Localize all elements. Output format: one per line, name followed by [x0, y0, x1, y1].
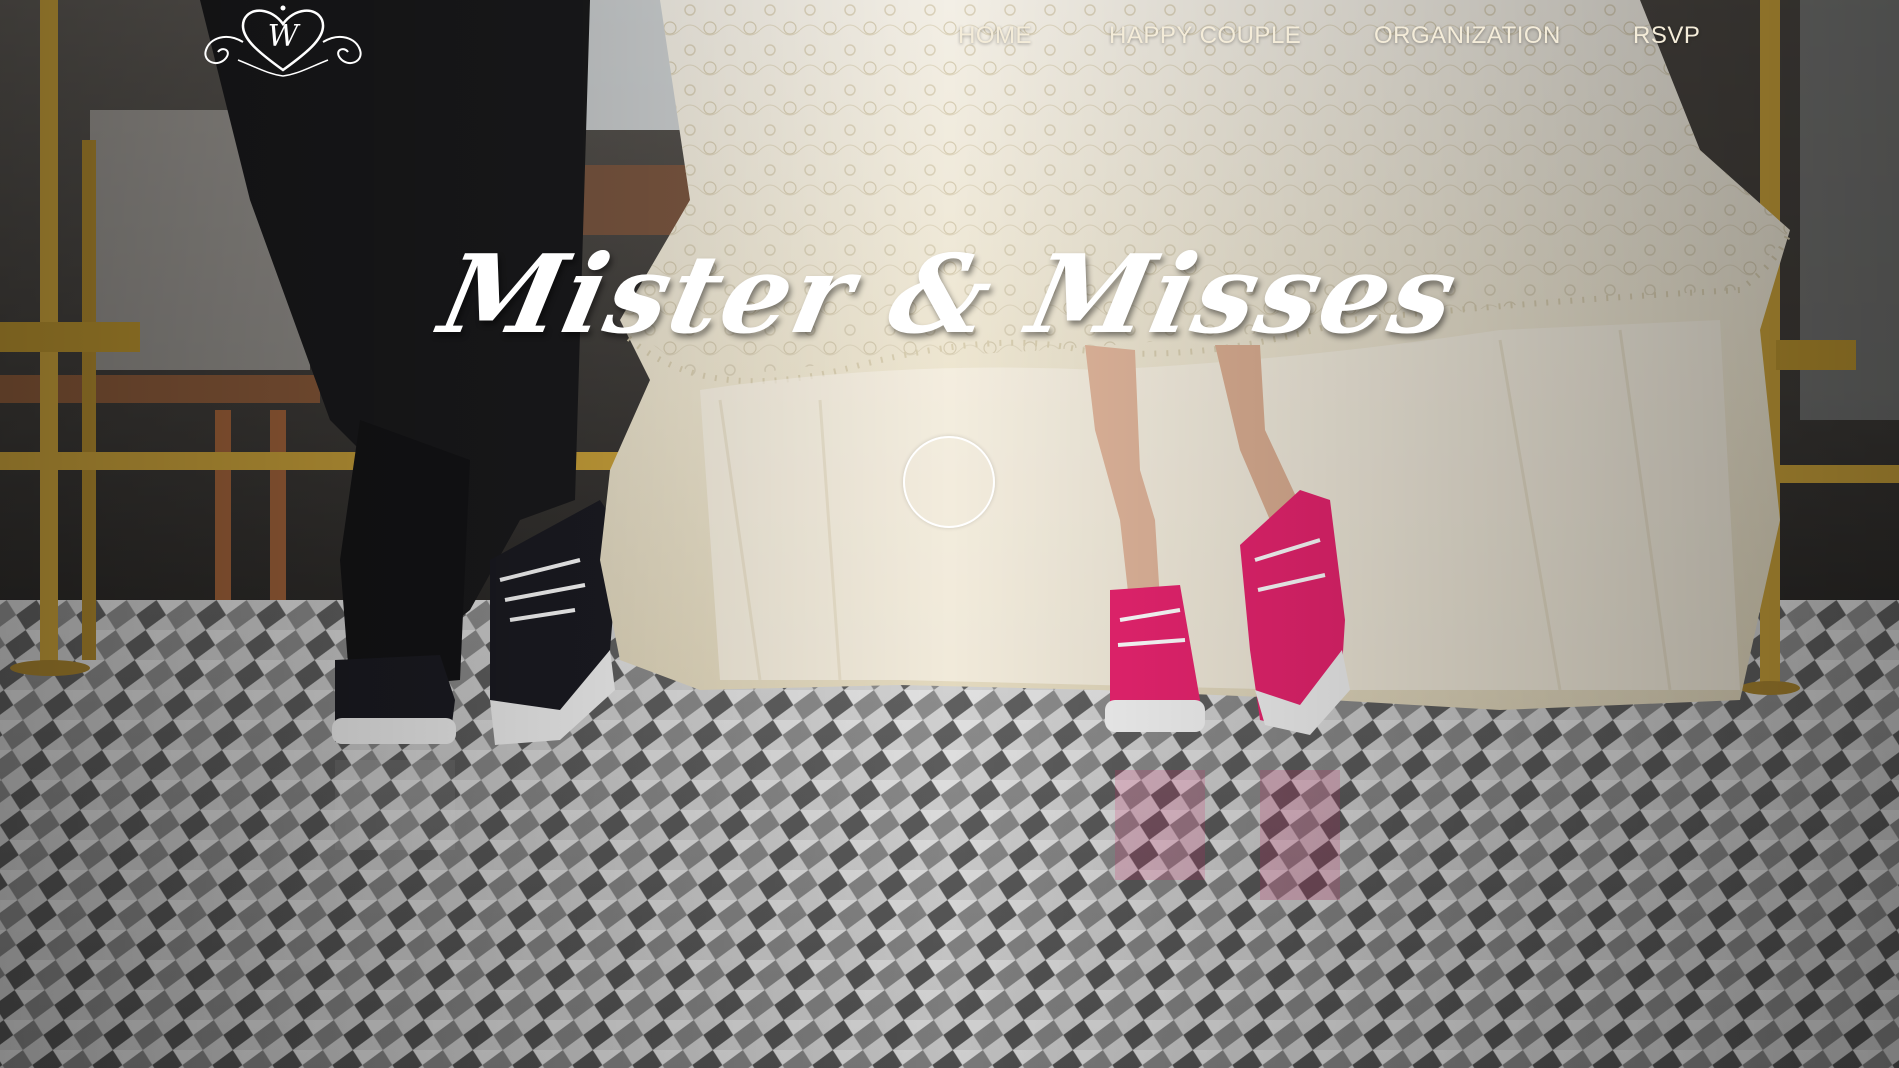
- nav-happy-couple[interactable]: HAPPY COUPLE: [1109, 18, 1301, 54]
- nav-organization[interactable]: ORGANIZATION: [1374, 18, 1561, 54]
- circle-ring-icon[interactable]: [903, 436, 995, 528]
- hero-background-image: [0, 0, 1899, 1068]
- main-nav: HOME HAPPY COUPLE ORGANIZATION RSVP: [0, 18, 1899, 54]
- hero-section: W HOME HAPPY COUPLE ORGANIZATION RSVP Mi…: [0, 0, 1899, 1068]
- site-header: W HOME HAPPY COUPLE ORGANIZATION RSVP: [0, 0, 1899, 80]
- hero-title: Mister & Misses: [430, 232, 1469, 358]
- nav-home[interactable]: HOME: [958, 18, 1032, 54]
- nav-rsvp[interactable]: RSVP: [1633, 18, 1700, 54]
